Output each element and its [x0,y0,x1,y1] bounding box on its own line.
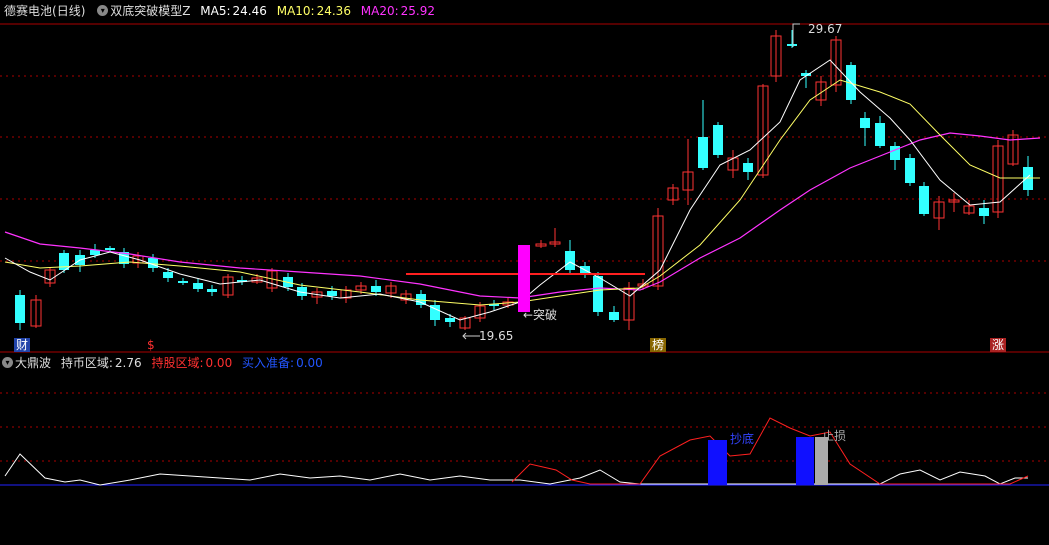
low-price-label: 19.65 [479,329,514,343]
ma10-label: MA10: [276,4,315,18]
marker-dollar[interactable]: $ [145,338,157,352]
ma10-value: 24.36 [316,4,351,18]
marker-rise[interactable]: 涨 [990,338,1007,352]
hold-stock-label: 持股区域: [151,356,204,370]
stock-name[interactable]: 德赛电池 [4,4,52,18]
period-label[interactable]: (日线) [52,4,85,18]
stop-bar [815,437,828,485]
ma5-label: MA5: [200,4,231,18]
main-title-bar: 德赛电池(日线) ▾ 双底突破模型Z MA5: 24.46 MA10: 24.36 M… [0,2,441,20]
chart-canvas [0,23,1049,486]
settings-circle-icon[interactable]: ▾ [97,5,109,16]
high-price-label: 29.67 [808,22,843,36]
hold-coin-value: 2.76 [114,356,142,370]
hold-stock-value: 0.00 [205,356,233,370]
price-grid [0,75,1049,262]
ma20-label: MA20: [360,4,399,18]
stop-signal-label: 止损 [822,429,847,443]
buy-signal-label: 抄底 [730,432,755,446]
buy-bar-2 [796,437,814,485]
marker-rank[interactable]: 榜 [650,338,667,352]
ma5-line [4,59,1031,321]
hold-coin-label: 持币区域: [60,356,113,370]
indicator-grid [0,392,1049,462]
ma20-value: 25.92 [400,4,436,18]
indicator-name[interactable]: 大鼎波 [15,356,51,370]
indicator-name[interactable]: 双底突破模型Z [110,4,190,18]
breakout-label: ←突破 [523,308,558,322]
breakout-bar [518,245,530,312]
settings-circle-icon[interactable]: ▾ [2,357,13,368]
high-pointer [792,23,800,47]
buy-ready-value: 0.00 [296,356,323,370]
ma5-value: 24.46 [232,4,267,18]
buy-ready-label: 买入准备: [242,356,295,370]
indicator-title-bar: ▾ 大鼎波 持币区域: 2.76 持股区域: 0.00 买入准备: 0.00 [0,354,329,372]
buy-bar-1 [708,440,727,485]
marker-finance[interactable]: 财 [14,338,31,352]
